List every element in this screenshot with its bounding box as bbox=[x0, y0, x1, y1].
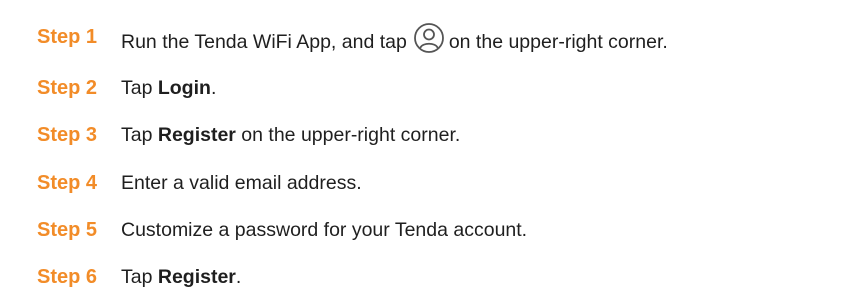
step-6-label: Step 6 bbox=[37, 266, 98, 288]
step-3-label: Step 3 bbox=[37, 124, 98, 146]
user-account-icon bbox=[413, 22, 445, 54]
step-6-text: Tap Register. bbox=[121, 262, 241, 292]
step-3: Step 3 Tap Register on the upper-right c… bbox=[0, 120, 856, 150]
step-1-label: Step 1 bbox=[37, 26, 98, 48]
step-1-text-before: Run the Tenda WiFi App, and tap bbox=[121, 31, 407, 53]
step-1-text-after: on the upper-right corner. bbox=[448, 31, 668, 53]
step-4: Step 4 Enter a valid email address. bbox=[0, 168, 856, 198]
step-2-text-before: Tap bbox=[121, 77, 158, 99]
step-4-text: Enter a valid email address. bbox=[121, 172, 362, 194]
step-5-text: Customize a password for your Tenda acco… bbox=[121, 219, 528, 241]
step-2: Step 2 Tap Login. bbox=[0, 73, 856, 103]
steps-list: Step 1 Run the Tenda WiFi App, and tap on… bbox=[0, 0, 856, 302]
step-5: Step 5 Customize a password for your Ten… bbox=[0, 215, 856, 245]
step-3-bold: Register bbox=[157, 124, 236, 146]
step-6-bold: Register bbox=[157, 266, 236, 288]
step-5-label: Step 5 bbox=[37, 219, 98, 241]
step-1: Step 1 Run the Tenda WiFi App, and tap on… bbox=[0, 22, 856, 53]
step-3-text: Tap Register on the upper-right corner. bbox=[121, 120, 460, 150]
step-2-text: Tap Login. bbox=[121, 73, 216, 103]
step-1-text: Run the Tenda WiFi App, and tap on the up… bbox=[121, 22, 668, 57]
step-2-text-after: . bbox=[210, 77, 217, 99]
step-2-bold: Login bbox=[157, 77, 211, 99]
step-6: Step 6 Tap Register. bbox=[0, 262, 856, 292]
step-3-text-before: Tap bbox=[121, 124, 158, 146]
step-3-text-after: on the upper-right corner. bbox=[235, 124, 461, 146]
step-6-text-before: Tap bbox=[121, 266, 158, 288]
step-6-text-after: . bbox=[235, 266, 242, 288]
step-2-label: Step 2 bbox=[37, 77, 98, 99]
step-4-label: Step 4 bbox=[37, 172, 98, 194]
